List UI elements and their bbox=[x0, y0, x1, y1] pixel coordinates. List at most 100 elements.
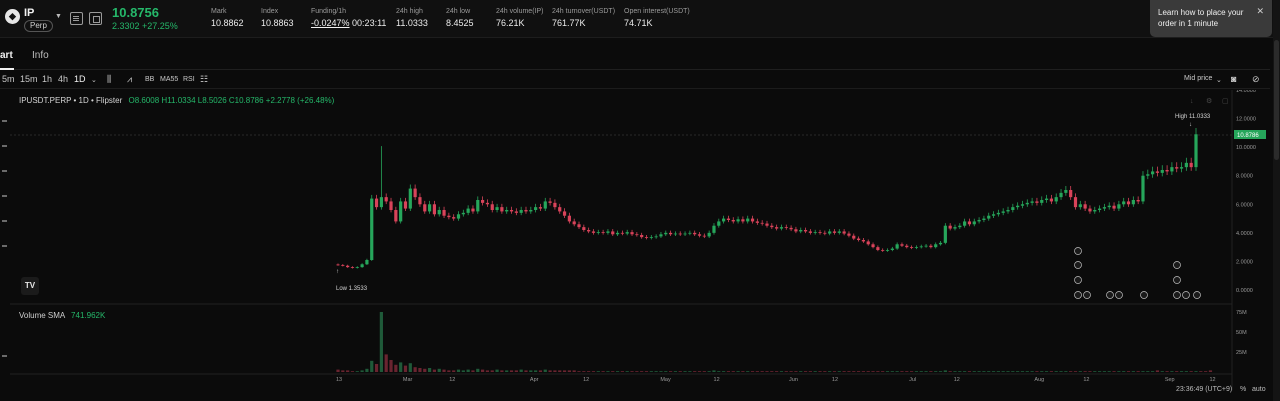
tool-icon[interactable] bbox=[2, 220, 7, 222]
auto-scale-toggle[interactable]: auto bbox=[1252, 386, 1266, 393]
symbol-dropdown-icon[interactable]: ▼ bbox=[55, 13, 62, 20]
page-scrollbar[interactable] bbox=[1273, 0, 1280, 401]
tradingview-logo[interactable]: TV bbox=[21, 277, 39, 295]
event-markers[interactable] bbox=[1074, 247, 1201, 299]
x-tick-label: 12 bbox=[1209, 377, 1215, 383]
candle-type-icon[interactable]: ⫼ bbox=[107, 74, 111, 85]
candle-body bbox=[374, 198, 379, 208]
candle-body bbox=[890, 248, 894, 250]
event-marker-icon[interactable] bbox=[1140, 291, 1148, 299]
scrollbar-thumb[interactable] bbox=[1274, 40, 1279, 160]
candle-body bbox=[1112, 205, 1116, 209]
candle-body bbox=[1093, 210, 1097, 212]
candle-body bbox=[885, 250, 890, 251]
x-tick-label: Sep bbox=[1165, 377, 1175, 383]
volume-bar bbox=[403, 365, 408, 372]
candle-body bbox=[1088, 208, 1092, 212]
indicator-rsi[interactable]: RSI bbox=[183, 76, 195, 83]
tab-chart[interactable]: art bbox=[0, 50, 13, 61]
tool-icon[interactable] bbox=[2, 170, 7, 172]
volume-bar bbox=[413, 367, 417, 372]
event-marker-icon[interactable] bbox=[1182, 291, 1190, 299]
volume-bar bbox=[384, 354, 388, 372]
x-tick-label: 12 bbox=[714, 377, 720, 383]
stat-funding[interactable]: Funding/1h -0.0247% 00:23:11 bbox=[311, 8, 386, 28]
event-marker-icon[interactable] bbox=[1106, 291, 1114, 299]
event-marker-icon[interactable] bbox=[1083, 291, 1091, 299]
indicators-icon[interactable]: ⩘ bbox=[127, 74, 132, 85]
stat-label: Open interest(USDT) bbox=[624, 8, 690, 15]
volume-tick-label: 25M bbox=[1236, 350, 1247, 356]
volume-bar bbox=[1175, 371, 1179, 372]
candle-body bbox=[534, 207, 538, 210]
candle-body bbox=[693, 232, 697, 235]
event-marker-icon[interactable] bbox=[1173, 261, 1181, 269]
candle-body bbox=[1151, 171, 1155, 175]
candle-body bbox=[929, 245, 933, 248]
price-source-caret-icon[interactable]: ⌄ bbox=[1216, 76, 1222, 84]
interval-15m[interactable]: 15m bbox=[20, 74, 38, 84]
close-icon[interactable]: ✕ bbox=[1256, 6, 1264, 17]
current-price-label: 10.8786 bbox=[1237, 133, 1259, 139]
low-arrow-icon: ↑ bbox=[336, 269, 339, 275]
tool-icon[interactable] bbox=[2, 120, 7, 122]
volume-bar bbox=[485, 370, 490, 372]
low-marker-label: Low 1.3533 bbox=[336, 286, 368, 292]
stat-value: -0.0247% 00:23:11 bbox=[311, 18, 386, 28]
candle-body bbox=[664, 232, 668, 235]
tool-icon[interactable] bbox=[2, 195, 7, 197]
event-marker-icon[interactable] bbox=[1193, 291, 1201, 299]
volume-bar bbox=[842, 371, 846, 372]
tab-info[interactable]: Info bbox=[32, 50, 49, 61]
candle-body bbox=[587, 230, 591, 232]
indicator-ma55[interactable]: MA55 bbox=[160, 76, 178, 83]
event-marker-icon[interactable] bbox=[1173, 276, 1181, 284]
volume-bar bbox=[360, 370, 364, 372]
volume-bar bbox=[408, 363, 412, 372]
volume-bar bbox=[1040, 371, 1044, 372]
tool-icon[interactable] bbox=[2, 145, 7, 147]
interval-dropdown-icon[interactable]: ⌄ bbox=[91, 76, 97, 84]
candle-body bbox=[413, 188, 417, 198]
fullscreen-icon[interactable]: ▢ bbox=[1222, 98, 1229, 105]
arrow-down-icon[interactable]: ↓ bbox=[1190, 98, 1194, 105]
camera-icon[interactable]: ◙ bbox=[1231, 74, 1236, 84]
volume-bar bbox=[668, 371, 673, 372]
onboarding-toast[interactable]: Learn how to place your order in 1 minut… bbox=[1150, 0, 1272, 37]
y-tick-label: 6.0000 bbox=[1236, 202, 1253, 208]
candle-body bbox=[1117, 204, 1121, 209]
volume-bar bbox=[615, 371, 620, 372]
layout-grid-icon[interactable]: ☷ bbox=[200, 74, 208, 85]
event-marker-icon[interactable] bbox=[1074, 261, 1082, 269]
candle-body bbox=[919, 246, 923, 248]
event-marker-icon[interactable] bbox=[1074, 276, 1082, 284]
draw-tool-icon[interactable]: ⊘ bbox=[1252, 74, 1260, 85]
price-source-select[interactable]: Mid price bbox=[1184, 75, 1212, 82]
candle-body bbox=[818, 232, 822, 233]
expand-icon[interactable] bbox=[89, 12, 102, 25]
event-marker-icon[interactable] bbox=[1074, 247, 1082, 255]
volume-bar bbox=[924, 371, 928, 372]
percent-toggle[interactable]: % bbox=[1240, 386, 1246, 393]
event-marker-icon[interactable] bbox=[1115, 291, 1123, 299]
interval-1d[interactable]: 1D bbox=[74, 74, 86, 84]
volume-bar bbox=[813, 371, 817, 372]
indicator-bb[interactable]: BB bbox=[145, 76, 154, 83]
tool-icon[interactable] bbox=[2, 245, 7, 247]
candle-body bbox=[963, 221, 967, 226]
interval-1h[interactable]: 1h bbox=[42, 74, 52, 84]
volume-bar bbox=[1117, 371, 1121, 372]
contract-info-icon[interactable] bbox=[70, 12, 83, 25]
event-marker-icon[interactable] bbox=[1173, 291, 1181, 299]
settings-icon[interactable]: ⚙ bbox=[1206, 97, 1212, 105]
symbol-name[interactable]: IP bbox=[24, 7, 34, 19]
interval-4h[interactable]: 4h bbox=[58, 74, 68, 84]
tool-icon[interactable] bbox=[2, 355, 7, 357]
chart-controls[interactable]: ↓ ⚙ ▢ bbox=[1190, 97, 1229, 105]
event-marker-icon[interactable] bbox=[1074, 291, 1082, 299]
x-tick-label: May bbox=[660, 377, 671, 383]
candle-body bbox=[596, 232, 600, 233]
chart-clock[interactable]: 23:36:49 (UTC+9) bbox=[1176, 386, 1232, 393]
interval-5m[interactable]: 5m bbox=[2, 74, 15, 84]
candlestick-chart[interactable]: 14.0000 12.0000 10.0000 8.0000 6.0000 4.0000 2… bbox=[10, 90, 1270, 390]
